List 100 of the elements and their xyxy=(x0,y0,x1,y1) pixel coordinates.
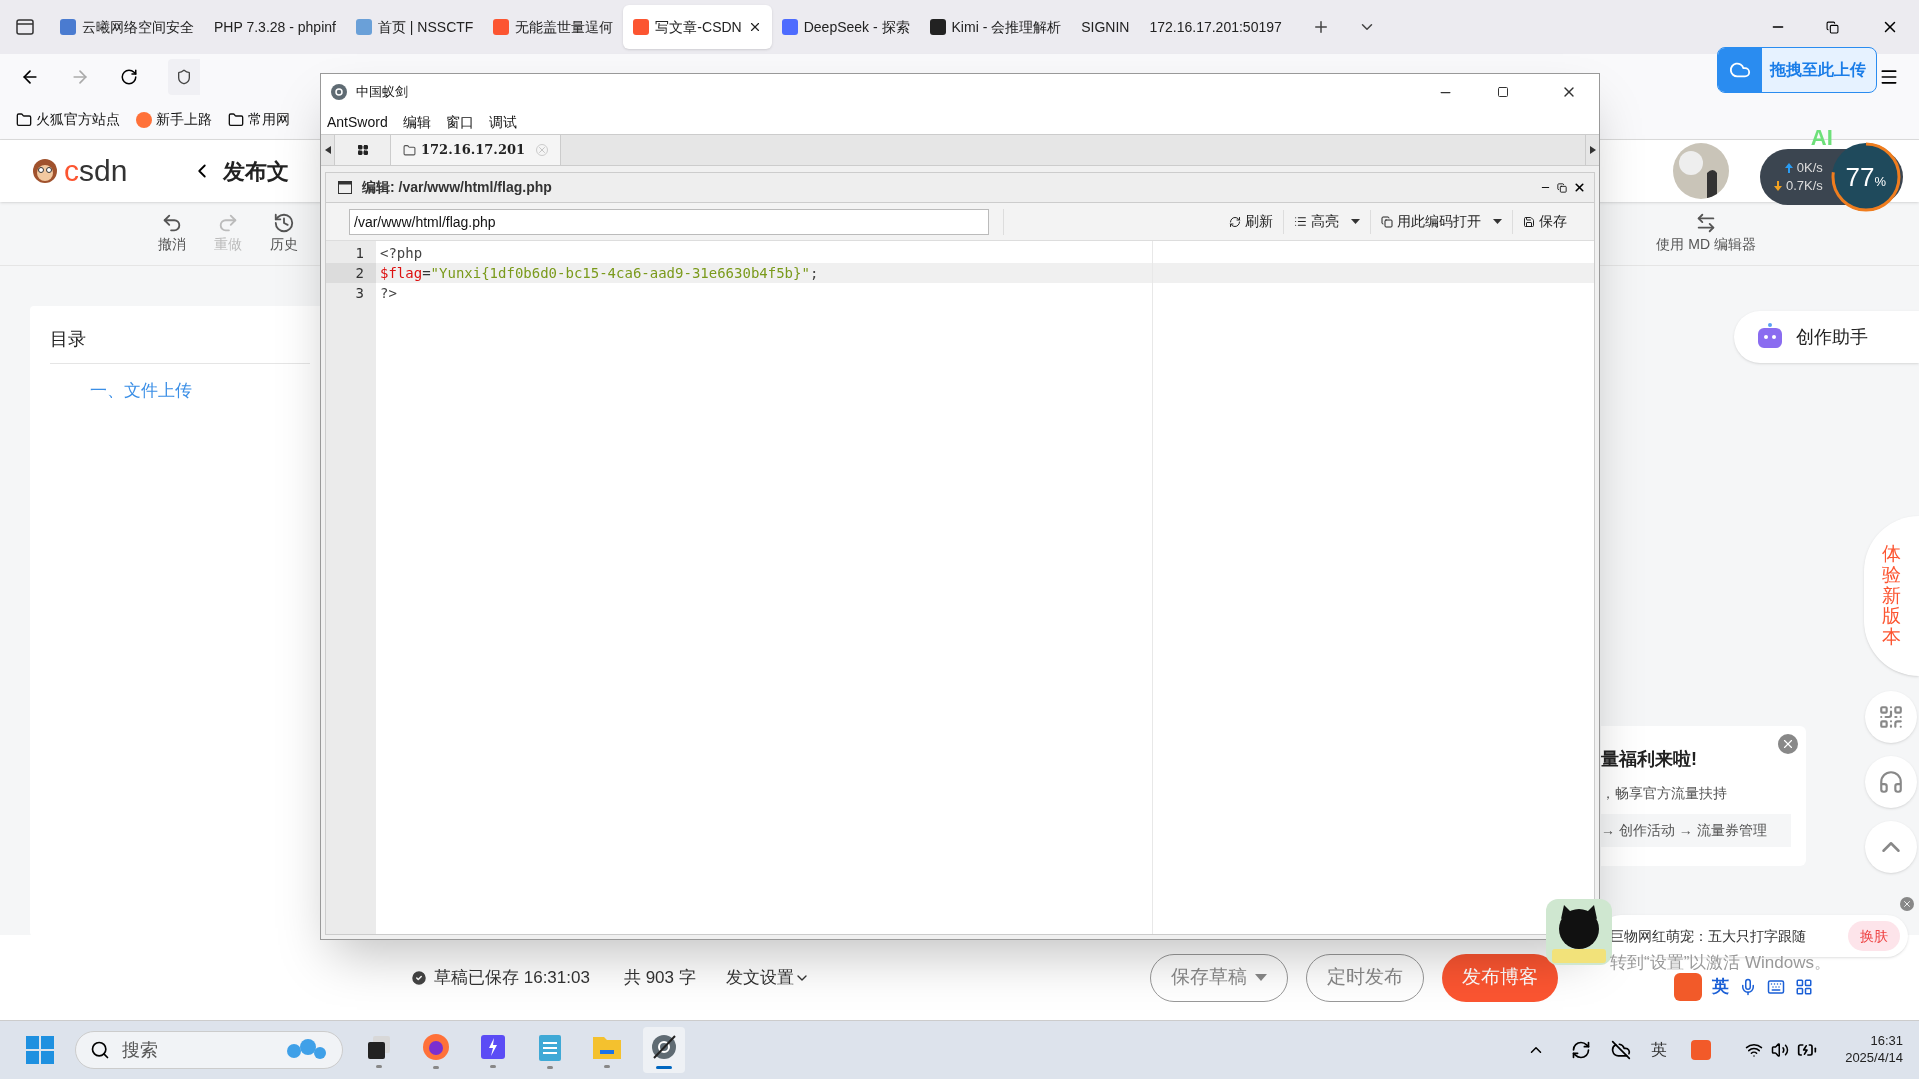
line-number: 2 xyxy=(326,263,376,283)
qr-code-button[interactable] xyxy=(1865,691,1917,743)
sogou-icon[interactable] xyxy=(1691,1040,1712,1060)
menu-item[interactable]: 窗口 xyxy=(445,111,474,133)
keyboard-icon[interactable] xyxy=(1767,978,1785,996)
microphone-icon[interactable] xyxy=(1739,978,1757,996)
window-icon xyxy=(338,181,352,194)
toolbar-button[interactable]: 用此编码打开 xyxy=(1377,211,1506,232)
firefox-icon xyxy=(421,1031,451,1062)
toc-item[interactable]: 一、文件上传 xyxy=(90,378,310,404)
menu-item[interactable]: 编辑 xyxy=(402,111,431,133)
wifi-icon[interactable] xyxy=(1745,1041,1764,1059)
browser-tab[interactable]: 云曦网络空间安全 xyxy=(50,5,204,49)
folder-icon xyxy=(16,111,32,128)
save-icon xyxy=(1523,215,1535,228)
caret-left-icon xyxy=(324,146,331,154)
toolbar-button[interactable]: 历史 xyxy=(256,212,312,255)
upload-speed: 0K/s xyxy=(1796,158,1823,177)
menu-item[interactable]: AntSword xyxy=(327,111,388,133)
word-count: 共 903 字 xyxy=(623,966,696,989)
browser-tab[interactable]: 写文章-CSDN xyxy=(623,5,772,49)
ime-mode: 英 xyxy=(1712,976,1729,999)
browser-tab[interactable]: PHP 7.3.28 - phpinf xyxy=(204,5,346,49)
search-field[interactable]: 搜索 xyxy=(75,1031,343,1069)
maximize-icon[interactable] xyxy=(1497,86,1509,98)
browser-tab[interactable]: DeepSeek - 探索 xyxy=(771,5,920,49)
reload-icon[interactable] xyxy=(120,68,138,86)
download-speed: 0.7K/s xyxy=(1786,177,1823,195)
ai-label: AI xyxy=(1810,127,1833,149)
folder-icon xyxy=(228,111,244,128)
arrow-down-icon xyxy=(1774,181,1782,192)
shield-icon xyxy=(176,69,192,85)
page-title: 发布文 xyxy=(223,157,290,186)
usage-percent: 77% xyxy=(1845,164,1887,190)
avatar xyxy=(1673,143,1729,199)
menu-icon[interactable] xyxy=(1879,67,1899,87)
folder-icon xyxy=(403,143,416,157)
windows-icon[interactable] xyxy=(25,1035,55,1065)
action-button[interactable]: 定时发布 xyxy=(1305,953,1424,1002)
cloud-off-icon[interactable] xyxy=(1611,1040,1632,1060)
browser-tab[interactable]: 无能盖世量逞何 xyxy=(483,5,624,49)
md-editor-button[interactable]: 使用 MD 编辑器 xyxy=(1656,212,1756,255)
caret-icon xyxy=(1351,219,1360,224)
history-icon xyxy=(273,212,295,234)
check-icon xyxy=(410,968,428,987)
bookmark[interactable]: 常用网 xyxy=(228,109,290,130)
line-number: 1 xyxy=(354,244,365,263)
volume-icon[interactable] xyxy=(1771,1041,1790,1059)
toolbar-button[interactable]: 撤消 xyxy=(144,212,200,255)
menu-item[interactable]: 调试 xyxy=(488,111,517,133)
upload-button[interactable]: 拖拽至此上传 xyxy=(1717,47,1877,93)
code-line: ?> xyxy=(379,284,398,303)
grid-tab[interactable] xyxy=(335,135,391,165)
antsword-icon xyxy=(330,83,348,101)
caret-icon xyxy=(1493,219,1502,224)
restore-icon[interactable] xyxy=(1557,182,1567,193)
browser-tab[interactable]: 首页 | NSSCTF xyxy=(345,5,484,49)
ime-indicator[interactable]: 英 xyxy=(1651,1038,1668,1062)
caret-right-icon xyxy=(1589,146,1596,154)
tab-overview-icon[interactable] xyxy=(16,19,34,35)
panel-title: 编辑: /var/www/html/flag.php xyxy=(362,178,552,197)
qr-code-icon xyxy=(1878,704,1904,730)
assistant-button[interactable]: 创作助手 xyxy=(1734,311,1919,363)
close-icon[interactable] xyxy=(1573,181,1586,194)
post-settings-button[interactable]: 发文设置 xyxy=(725,964,810,991)
search-icon xyxy=(90,1040,110,1060)
bookmark[interactable]: 火狐官方站点 xyxy=(16,109,120,130)
support-button[interactable] xyxy=(1865,756,1917,808)
document-icon xyxy=(1381,215,1393,228)
grid-icon xyxy=(356,144,369,156)
promo-link[interactable]: → 创作活动 → 流量券管理 xyxy=(1601,814,1791,847)
window-title: 中国蚁剑 xyxy=(356,83,408,102)
logo-text: csdn xyxy=(64,156,128,186)
browser-tab[interactable]: 172.16.17.201:50197 xyxy=(1139,5,1292,49)
save-status: 草稿已保存 16:31:03 xyxy=(410,964,590,991)
toolbar-button[interactable]: 高亮 xyxy=(1290,211,1364,232)
browser-tab[interactable]: SIGNIN xyxy=(1071,5,1140,49)
path-field[interactable]: /var/www/html/flag.php xyxy=(349,208,989,235)
refresh-icon xyxy=(1229,215,1241,228)
redo-icon xyxy=(217,212,239,234)
toolbar-button[interactable]: 保存 xyxy=(1519,211,1571,232)
promo-title: 量福利来啦! xyxy=(1601,748,1697,771)
apps-icon[interactable] xyxy=(1795,978,1813,996)
firefox-icon xyxy=(136,111,152,128)
bolt-icon xyxy=(479,1032,507,1061)
line-number: 3 xyxy=(354,284,365,303)
taskbar-app[interactable] xyxy=(643,1027,685,1073)
promo-text: ，畅享官方流量扶持 xyxy=(1601,784,1727,803)
headset-icon xyxy=(1878,769,1904,795)
browser-tab[interactable]: Kimi - 会推理解析 xyxy=(919,5,1072,49)
bookmark[interactable]: 新手上路 xyxy=(136,109,212,130)
restore-icon[interactable] xyxy=(1826,20,1839,34)
action-button[interactable]: 保存草稿 xyxy=(1149,953,1288,1002)
activation-notice: 转到“设置”以激活 Windows。 xyxy=(1610,952,1831,974)
sogou-icon xyxy=(1674,973,1702,1001)
clock[interactable]: 16:31 2025/4/14 xyxy=(1845,1033,1903,1067)
undo-icon xyxy=(161,212,183,234)
toolbar-button[interactable]: 刷新 xyxy=(1225,211,1277,232)
sync-icon[interactable] xyxy=(1571,1040,1592,1060)
connection-tab[interactable]: 172.16.17.201 xyxy=(391,135,561,165)
